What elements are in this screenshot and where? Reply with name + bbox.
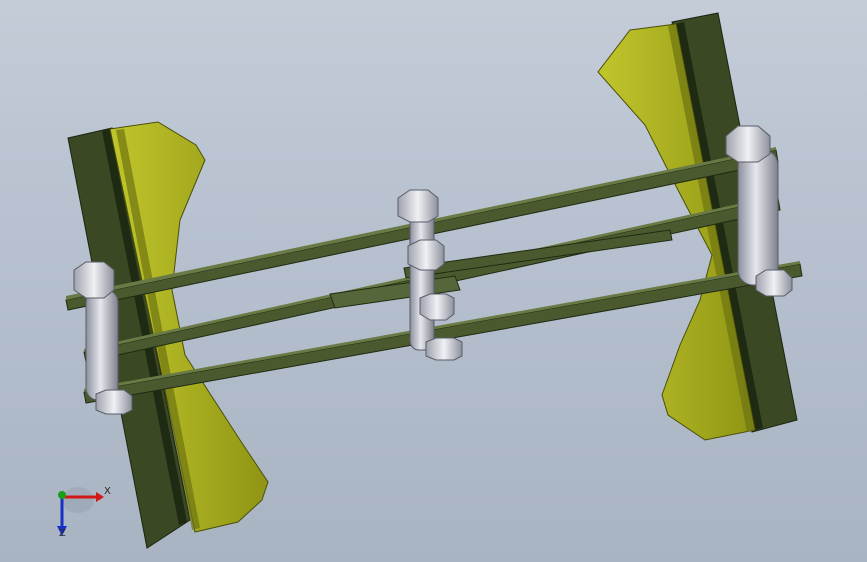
left-bolt-nut-top xyxy=(73,261,115,299)
z-axis-label: Z xyxy=(59,528,66,539)
center-bolt-nut-lower xyxy=(419,293,455,321)
center-bolt-nut-top xyxy=(397,189,439,223)
x-axis-label: X xyxy=(104,486,111,497)
left-bolt-nut-bottom xyxy=(95,389,133,415)
right-bolt-nut-top xyxy=(725,125,771,163)
right-bolt-shank xyxy=(737,149,779,286)
triad-shadow xyxy=(62,487,94,513)
left-bolt-shank xyxy=(85,289,119,401)
orientation-triad: X Z xyxy=(48,480,118,542)
right-bolt-nut-bottom xyxy=(755,269,793,297)
assembly-model[interactable] xyxy=(0,0,867,562)
x-axis-arrowhead xyxy=(96,492,104,502)
center-bolt-nut-bottom xyxy=(425,337,463,361)
center-bolt-shank xyxy=(409,209,435,351)
3d-graphics-viewport[interactable]: X Z xyxy=(0,0,867,562)
center-bolt-nut-mid xyxy=(407,239,445,271)
y-axis-dot xyxy=(58,491,66,499)
